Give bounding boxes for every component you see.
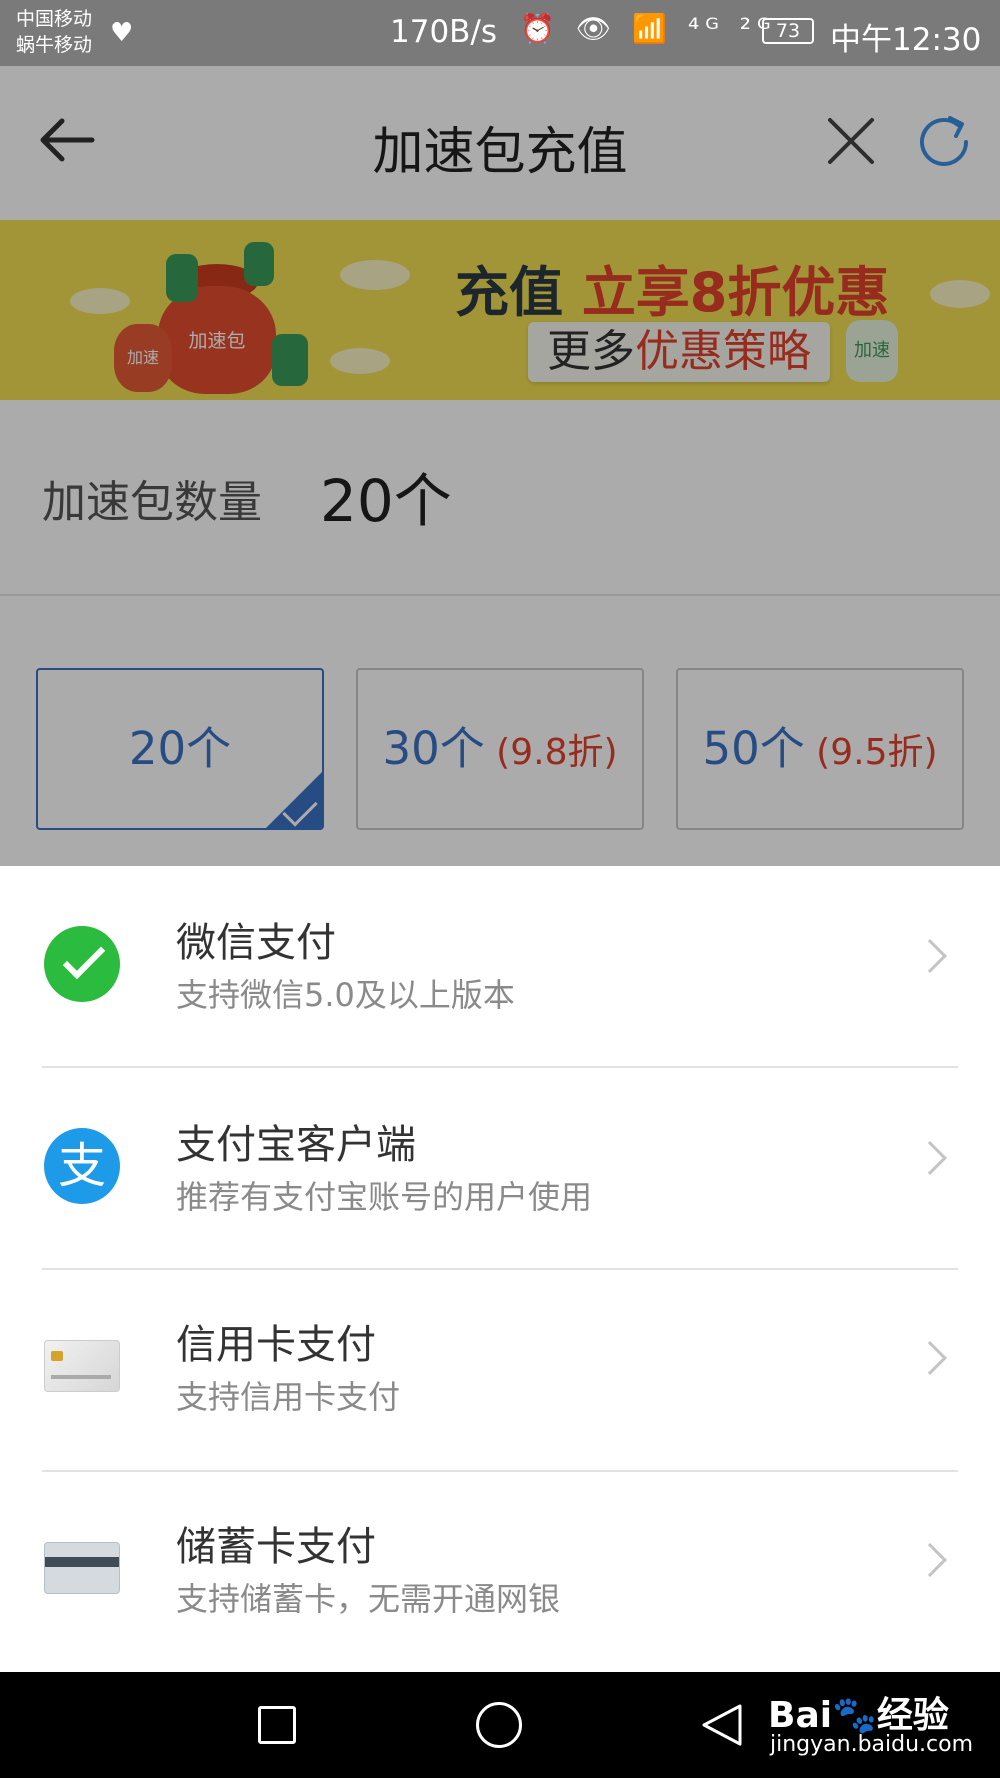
payment-alipay[interactable]: 支 支付宝客户端 推荐有支付宝账号的用户使用 xyxy=(0,1068,1000,1270)
nav-back-icon[interactable] xyxy=(700,1702,744,1748)
modal-backdrop[interactable] xyxy=(0,66,1000,866)
network-speed: 170B/s xyxy=(390,14,498,50)
payment-debit-card[interactable]: 储蓄卡支付 支持储蓄卡，无需开通网银 xyxy=(0,1470,1000,1672)
carrier-1: 中国移动 xyxy=(16,8,93,30)
chevron-right-icon xyxy=(913,1543,947,1577)
battery-icon: 73 xyxy=(762,18,814,44)
status-time: 中午12:30 xyxy=(830,22,982,58)
chevron-right-icon xyxy=(913,939,947,973)
payment-credit-card[interactable]: 信用卡支付 支持信用卡支付 xyxy=(0,1268,1000,1470)
payment-subtitle: 推荐有支付宝账号的用户使用 xyxy=(176,1178,593,1216)
system-nav-bar: Bai🐾经验 jingyan.baidu.com xyxy=(0,1672,1000,1778)
carrier-2: 蜗牛移动 xyxy=(16,34,93,56)
payment-subtitle: 支持储蓄卡，无需开通网银 xyxy=(176,1580,561,1618)
debit-card-icon xyxy=(44,1542,120,1594)
home-icon[interactable] xyxy=(476,1702,522,1748)
heart-icon: ♥ xyxy=(110,18,134,48)
chevron-right-icon xyxy=(913,1341,947,1375)
recent-apps-icon[interactable] xyxy=(258,1706,296,1744)
payment-subtitle: 支持信用卡支付 xyxy=(176,1378,401,1416)
payment-subtitle: 支持微信5.0及以上版本 xyxy=(176,976,515,1014)
wechat-icon xyxy=(44,926,120,1002)
carrier-names: 中国移动 蜗牛移动 xyxy=(16,6,92,58)
payment-title: 信用卡支付 xyxy=(176,1322,376,1368)
alipay-icon: 支 xyxy=(44,1128,120,1204)
watermark-url: jingyan.baidu.com xyxy=(770,1732,974,1757)
chevron-right-icon xyxy=(913,1141,947,1175)
status-icons: ⏰ 👁 📶 ⁴ᴳ ²ᴳ xyxy=(520,12,777,45)
baidu-jingyan-watermark: Bai🐾经验 xyxy=(768,1695,949,1736)
payment-title: 支付宝客户端 xyxy=(176,1122,416,1168)
payment-wechat[interactable]: 微信支付 支持微信5.0及以上版本 xyxy=(0,866,1000,1068)
payment-method-sheet: 微信支付 支持微信5.0及以上版本 支 支付宝客户端 推荐有支付宝账号的用户使用… xyxy=(0,866,1000,1672)
payment-title: 微信支付 xyxy=(176,920,336,966)
status-bar: 中国移动 蜗牛移动 ♥ 170B/s ⏰ 👁 📶 ⁴ᴳ ²ᴳ 73 中午12:3… xyxy=(0,0,1000,66)
payment-title: 储蓄卡支付 xyxy=(176,1524,376,1570)
credit-card-icon xyxy=(44,1340,120,1392)
